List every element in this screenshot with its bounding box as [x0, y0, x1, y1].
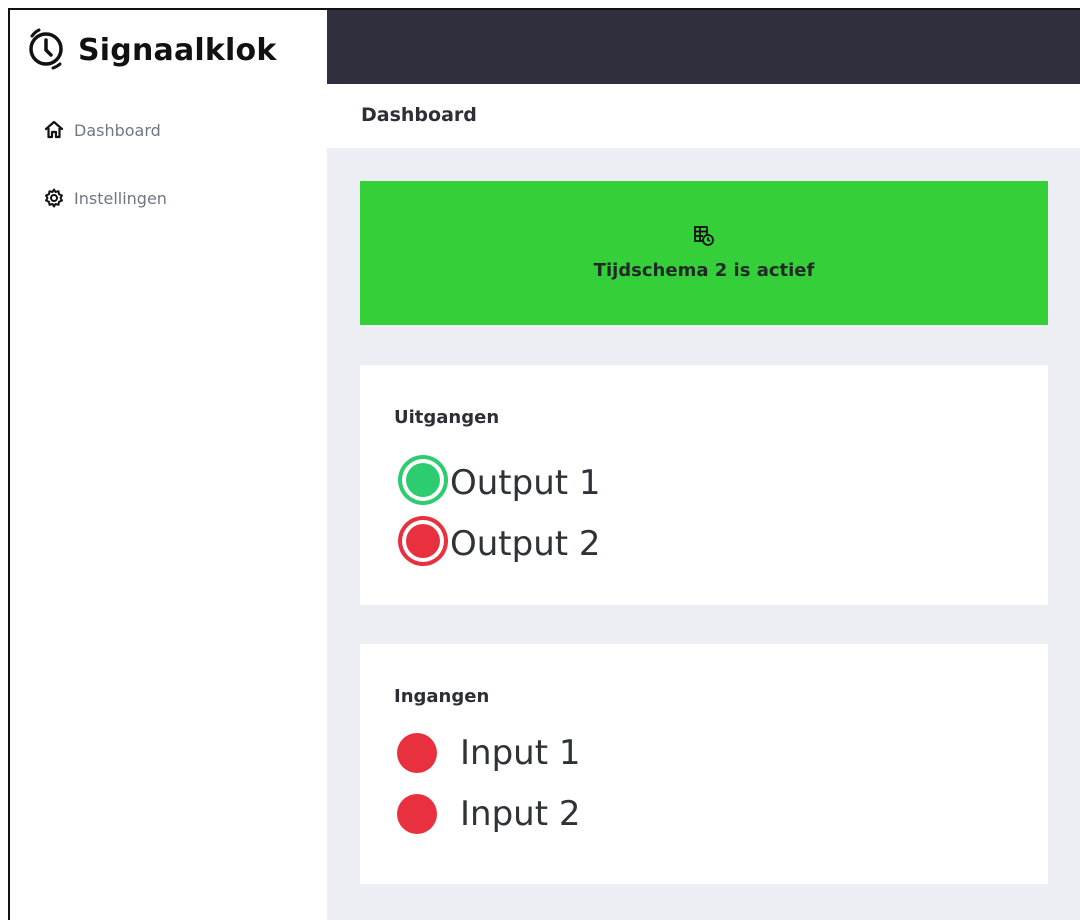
output-label: Output 2: [450, 523, 601, 564]
inputs-title: Ingangen: [394, 686, 490, 707]
input-row: Input 1: [396, 732, 580, 774]
top-bar: [327, 10, 1080, 84]
outputs-title: Uitgangen: [394, 407, 500, 428]
sidebar-item-instellingen[interactable]: Instellingen: [44, 188, 167, 208]
output-label: Output 1: [450, 462, 601, 503]
inputs-card: Ingangen Input 1 Input 2: [360, 644, 1048, 884]
input-indicator-icon: [396, 732, 460, 774]
sidebar-item-dashboard[interactable]: Dashboard: [44, 120, 161, 140]
banner-text: Tijdschema 2 is actief: [593, 260, 815, 281]
output-off-indicator-icon: [396, 514, 450, 573]
schedule-icon: [693, 225, 715, 252]
input-indicator-icon: [396, 793, 460, 835]
input-row: Input 2: [396, 793, 580, 835]
gear-icon: [44, 188, 64, 208]
outputs-card: Uitgangen Output 1 Output 2: [360, 365, 1048, 605]
main-content: Tijdschema 2 is actief Uitgangen Output …: [327, 148, 1080, 920]
page-title: Dashboard: [361, 104, 477, 126]
input-label: Input 2: [460, 794, 581, 834]
clock-icon: [24, 26, 68, 75]
input-label: Input 1: [460, 733, 581, 773]
page-header: Dashboard: [327, 84, 1080, 148]
sidebar-item-label: Instellingen: [74, 188, 167, 208]
logo: Signaalklok: [24, 22, 277, 78]
schedule-banner: Tijdschema 2 is actief: [360, 181, 1048, 325]
output-row: Output 2: [396, 514, 601, 573]
output-row: Output 1: [396, 453, 601, 512]
home-icon: [44, 120, 64, 140]
sidebar-item-label: Dashboard: [74, 120, 161, 140]
logo-text: Signaalklok: [78, 32, 277, 68]
sidebar: Signaalklok Dashboard Instellingen: [10, 10, 327, 920]
output-on-indicator-icon: [396, 453, 450, 512]
